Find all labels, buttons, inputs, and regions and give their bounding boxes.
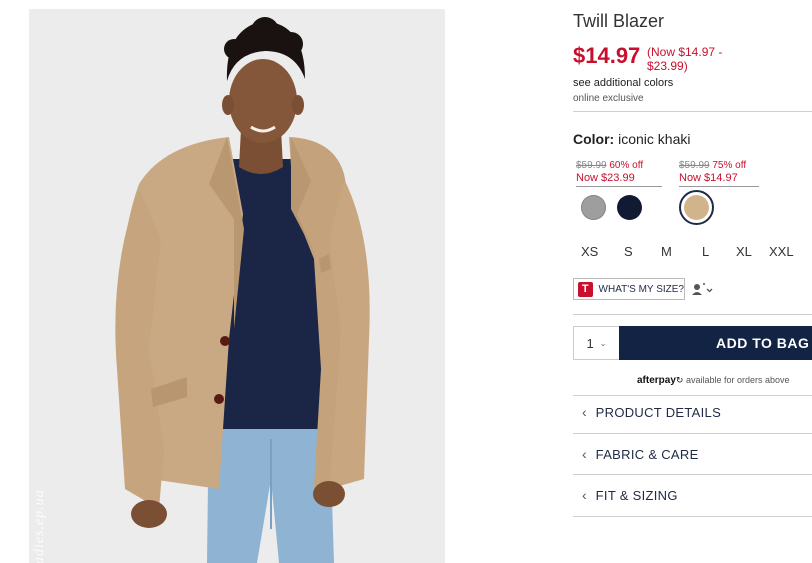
accordion-fabric-care[interactable]: ‹ FABRIC & CARE <box>573 439 812 469</box>
price-group-1-now: Now $23.99 <box>576 172 635 184</box>
add-to-bag-label: ADD TO BAG <box>716 335 810 351</box>
add-to-bag-button[interactable]: ADD TO BAG <box>619 326 812 360</box>
size-m[interactable]: M <box>661 244 672 259</box>
current-price: $14.97 <box>573 43 641 68</box>
whats-my-size-label: WHAT'S MY SIZE? <box>598 283 684 295</box>
chevron-down-icon: ⌄ <box>599 338 607 348</box>
price-group-1: $59.99 60% off Now $23.99 <box>576 160 662 187</box>
divider <box>573 474 812 475</box>
accordion-label: PRODUCT DETAILS <box>595 404 722 420</box>
whats-my-size-button[interactable]: T WHAT'S MY SIZE? <box>573 278 685 300</box>
model-illustration <box>29 9 445 563</box>
color-label: Color: iconic khaki <box>573 131 690 147</box>
price-group-2-now: Now $14.97 <box>679 172 738 184</box>
watermark-text: ladies.ep.ua <box>32 489 47 563</box>
chevron-left-icon: ‹ <box>582 404 587 420</box>
size-s[interactable]: S <box>624 244 633 259</box>
product-info-panel: Twill Blazer $14.97 (Now $14.97 - $23.99… <box>573 0 812 563</box>
size-xxl[interactable]: XXL <box>769 244 794 259</box>
accordion-label: FIT & SIZING <box>595 487 678 503</box>
accordion-label: FABRIC & CARE <box>595 446 699 462</box>
product-title: Twill Blazer <box>573 11 665 31</box>
product-image[interactable]: ladies.ep.ua <box>29 9 445 563</box>
size-l[interactable]: L <box>702 244 709 259</box>
swatch-heather-grey[interactable] <box>581 195 606 220</box>
price-group-2-pct: 75% off <box>712 160 747 171</box>
accordion-fit-sizing[interactable]: ‹ FIT & SIZING <box>573 480 812 510</box>
size-xl[interactable]: XL <box>736 244 752 259</box>
swatch-iconic-khaki-fill <box>684 195 709 220</box>
chevron-left-icon: ‹ <box>582 446 587 462</box>
price-group-1-pct: 60% off <box>609 160 644 171</box>
size-xs[interactable]: XS <box>581 244 598 259</box>
price-group-1-was: $59.99 <box>576 160 607 171</box>
divider <box>573 111 812 112</box>
quantity-value: 1 <box>586 335 594 351</box>
divider <box>573 314 812 315</box>
afterpay-loop-icon: ↻ <box>675 375 684 385</box>
swatch-iconic-khaki[interactable] <box>679 190 714 225</box>
chevron-left-icon: ‹ <box>582 487 587 503</box>
divider <box>573 433 812 434</box>
price-group-2: $59.99 75% off Now $14.97 <box>679 160 759 187</box>
online-exclusive-badge: online exclusive <box>573 93 644 104</box>
afterpay-logo: afterpay <box>637 375 676 386</box>
quantity-select[interactable]: 1 ⌄ <box>573 326 619 360</box>
afterpay-note: afterpay↻ available for orders above <box>637 375 790 386</box>
color-label-key: Color: <box>573 131 615 147</box>
true-fit-logo-icon: T <box>578 281 593 297</box>
price-group-2-was: $59.99 <box>679 160 710 171</box>
color-label-value: iconic khaki <box>618 131 691 147</box>
price-range: (Now $14.97 - $23.99) <box>647 45 723 73</box>
user-profile-dropdown-icon[interactable] <box>691 282 715 296</box>
see-additional-colors-link[interactable]: see additional colors <box>573 77 673 89</box>
afterpay-text: available for orders above <box>685 375 790 385</box>
divider <box>573 395 812 396</box>
swatch-navy[interactable] <box>617 195 642 220</box>
divider <box>573 516 812 517</box>
accordion-product-details[interactable]: ‹ PRODUCT DETAILS <box>573 397 812 427</box>
